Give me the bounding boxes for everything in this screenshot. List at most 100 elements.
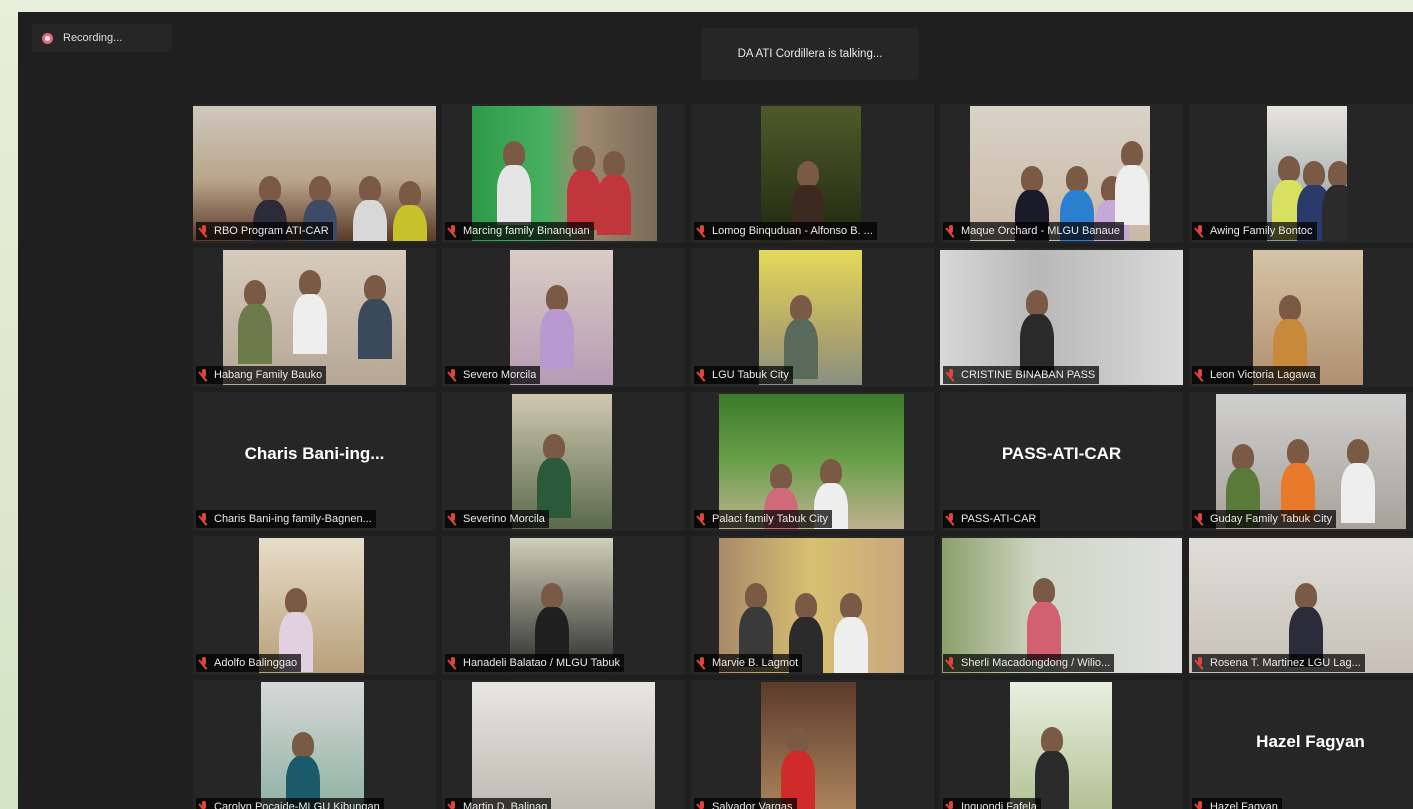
participant-tile[interactable]: Sherli Macadongdong / Wilio...: [940, 536, 1183, 675]
person-silhouette: [787, 727, 809, 753]
person-body: [567, 170, 601, 230]
participant-display-name: PASS-ATI-CAR: [1001, 444, 1122, 463]
person-silhouette: [1026, 290, 1048, 316]
person-silhouette: [790, 295, 812, 321]
person-silhouette: [603, 151, 625, 177]
participant-name-label: Hanadeli Balatao / MLGU Tabuk: [445, 654, 624, 672]
participant-tile[interactable]: Maque Orchard - MLGU Banaue: [940, 104, 1183, 243]
participant-tile[interactable]: Leon Victoria Lagawa: [1189, 248, 1413, 387]
participant-video: [761, 106, 861, 241]
person-silhouette: [399, 181, 421, 207]
participant-tile[interactable]: Hanadeli Balatao / MLGU Tabuk: [442, 536, 685, 675]
participant-tile[interactable]: CRISTINE BINABAN PASS: [940, 248, 1183, 387]
muted-mic-icon: [697, 657, 707, 669]
participant-tile[interactable]: Habang Family Bauko: [193, 248, 436, 387]
participant-name: Guday Family Tabuk City: [1210, 513, 1333, 525]
person-silhouette: [364, 275, 386, 301]
person-body: [1115, 165, 1149, 225]
participant-name: Maque Orchard - MLGU Banaue: [961, 225, 1120, 237]
participant-tile[interactable]: Guday Family Tabuk City: [1189, 392, 1413, 531]
participant-tile[interactable]: Hazel Fagyan Hazel Fagyan: [1189, 680, 1413, 809]
person-silhouette: [820, 459, 842, 485]
participant-name: Sherli Macadongdong / Wilio...: [961, 657, 1111, 669]
participant-name-label: LGU Tabuk City: [694, 366, 793, 384]
participant-tile[interactable]: Rosena T. Martinez LGU Lag...: [1189, 536, 1413, 675]
participant-name-label: CRISTINE BINABAN PASS: [943, 366, 1100, 384]
person-silhouette: [1033, 578, 1055, 604]
participant-tile[interactable]: LGU Tabuk City: [691, 248, 934, 387]
participant-name-label: Maque Orchard - MLGU Banaue: [943, 222, 1124, 240]
person-body: [834, 617, 868, 673]
person-silhouette: [259, 176, 281, 202]
participant-video: [193, 106, 436, 241]
participant-name-label: Sherli Macadongdong / Wilio...: [943, 654, 1115, 672]
muted-mic-icon: [1195, 801, 1205, 809]
participant-tile[interactable]: RBO Program ATI-CAR: [193, 104, 436, 243]
muted-mic-icon: [199, 369, 209, 381]
participant-tile[interactable]: Marcing family Binanquan: [442, 104, 685, 243]
person-silhouette: [1232, 444, 1254, 470]
participant-name-label: Carolyn Pocaide-MLGU Kibungan: [196, 798, 384, 809]
person-body: [1341, 463, 1375, 523]
person-silhouette: [244, 280, 266, 306]
participant-name-label: Salvador Vargas: [694, 798, 797, 809]
person-silhouette: [1328, 161, 1347, 187]
participant-tile[interactable]: Lomog Binquduan - Alfonso B. ...: [691, 104, 934, 243]
participant-name-label: Leon Victoria Lagawa: [1192, 366, 1320, 384]
participant-name-label: Habang Family Bauko: [196, 366, 327, 384]
person-silhouette: [546, 285, 568, 311]
person-silhouette: [745, 583, 767, 609]
participant-tile[interactable]: Inguondi Fafela: [940, 680, 1183, 809]
participant-name: Inguondi Fafela: [961, 801, 1037, 809]
person-body: [353, 200, 387, 241]
active-speaker-text: DA ATI Cordillera is talking...: [737, 48, 883, 60]
participant-name: Severo Morcila: [463, 369, 537, 381]
person-silhouette: [292, 732, 314, 758]
muted-mic-icon: [448, 369, 458, 381]
participant-name: Habang Family Bauko: [214, 369, 323, 381]
person-silhouette: [309, 176, 331, 202]
person-silhouette: [359, 176, 381, 202]
person-silhouette: [503, 141, 525, 167]
participant-tile[interactable]: Marvie B. Lagmot: [691, 536, 934, 675]
participant-video: [1253, 250, 1363, 385]
participant-name: Marcing family Binanquan: [463, 225, 590, 237]
person-body: [537, 458, 571, 518]
participant-tile[interactable]: PASS-ATI-CAR PASS-ATI-CAR: [940, 392, 1183, 531]
participant-video: [719, 538, 904, 673]
participant-name: Martin D. Balinag: [463, 801, 548, 809]
muted-mic-icon: [697, 369, 707, 381]
participant-name-label: Awing Family Bontoc: [1192, 222, 1317, 240]
participant-name-label: Martin D. Balinag: [445, 798, 552, 809]
person-silhouette: [299, 270, 321, 296]
participant-name: PASS-ATI-CAR: [961, 513, 1037, 525]
participant-tile[interactable]: Martin D. Balinag: [442, 680, 685, 809]
participant-name: Awing Family Bontoc: [1210, 225, 1313, 237]
participant-video: [970, 106, 1150, 241]
person-silhouette: [1347, 439, 1369, 465]
participant-video: [1189, 538, 1413, 673]
muted-mic-icon: [946, 513, 956, 525]
person-silhouette: [1303, 161, 1325, 187]
participant-video: [512, 394, 612, 529]
participant-tile[interactable]: Palaci family Tabuk City: [691, 392, 934, 531]
participant-name: Hazel Fagyan: [1210, 801, 1278, 809]
muted-mic-icon: [946, 657, 956, 669]
muted-mic-icon: [1195, 369, 1205, 381]
participant-tile[interactable]: Salvador Vargas: [691, 680, 934, 809]
participant-name-label: PASS-ATI-CAR: [943, 510, 1041, 528]
muted-mic-icon: [448, 801, 458, 809]
participant-tile[interactable]: Severino Morcila: [442, 392, 685, 531]
participant-tile[interactable]: Carolyn Pocaide-MLGU Kibungan: [193, 680, 436, 809]
participant-tile[interactable]: Severo Morcila: [442, 248, 685, 387]
person-silhouette: [541, 583, 563, 609]
participant-tile[interactable]: Adolfo Balinggao: [193, 536, 436, 675]
participant-name-label: Severino Morcila: [445, 510, 549, 528]
participant-tile[interactable]: Charis Bani-ing... Charis Bani-ing family…: [193, 392, 436, 531]
person-silhouette: [1066, 166, 1088, 192]
person-silhouette: [1121, 141, 1143, 167]
participant-name: CRISTINE BINABAN PASS: [961, 369, 1096, 381]
recording-indicator[interactable]: Recording...: [32, 24, 172, 52]
person-silhouette: [770, 464, 792, 490]
participant-tile[interactable]: Awing Family Bontoc: [1189, 104, 1413, 243]
